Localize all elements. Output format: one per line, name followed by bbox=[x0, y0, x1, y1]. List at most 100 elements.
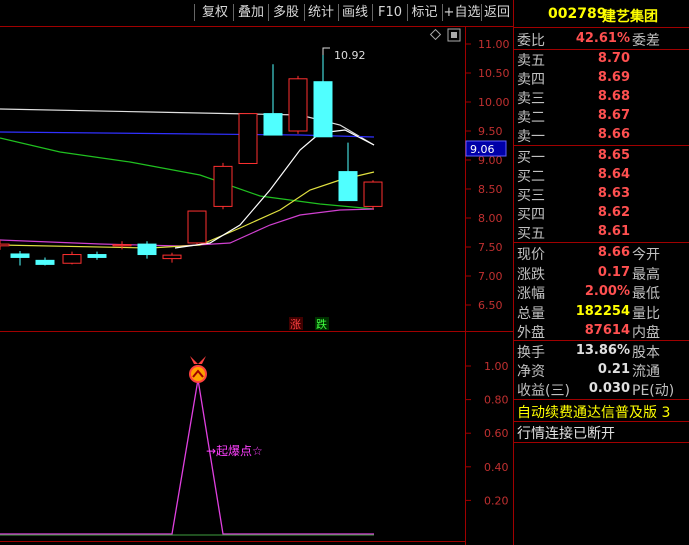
peak-pointer bbox=[322, 47, 330, 55]
buy-level-label: 买二 bbox=[517, 169, 545, 185]
candle-body bbox=[363, 181, 383, 207]
sell-level-price: 8.69 bbox=[597, 70, 630, 85]
stock-code: 002789 bbox=[548, 6, 607, 22]
ad-banner[interactable]: 自动续费通达信普及版 3 bbox=[517, 402, 670, 422]
buy-level-price: 8.62 bbox=[597, 205, 630, 220]
y-tick-label: 8.50 bbox=[478, 183, 503, 196]
y-tick-label: 8.00 bbox=[478, 212, 503, 225]
sell-level-label: 卖一 bbox=[517, 129, 545, 145]
stat-label-right: 今开 bbox=[632, 247, 660, 263]
sell-level-price: 8.70 bbox=[597, 51, 630, 66]
sub-y-tick-label: 0.20 bbox=[484, 494, 509, 507]
finance-value: 0.21 bbox=[597, 362, 630, 377]
stat-value: 0.17 bbox=[597, 264, 630, 280]
rise-label: 涨 bbox=[290, 318, 301, 331]
buy-level-price: 8.61 bbox=[597, 224, 630, 239]
sub-y-tick-label: 1.00 bbox=[484, 360, 509, 373]
candle-body bbox=[213, 165, 233, 207]
price-chart-area[interactable]: 11.0010.5010.009.509.008.508.007.507.006… bbox=[0, 0, 514, 545]
y-tick-label: 6.50 bbox=[478, 299, 503, 312]
chart-toolbar: 复权 叠加 多股 统计 画线 F10 标记 +自选 返回 bbox=[0, 0, 514, 26]
candle-body bbox=[162, 254, 182, 260]
candle-body bbox=[35, 259, 55, 265]
buy-level-price: 8.64 bbox=[597, 167, 630, 182]
current-price-label: 9.06 bbox=[470, 143, 495, 156]
signal-trigger-icon bbox=[189, 356, 207, 383]
stat-value: 87614 bbox=[584, 323, 630, 338]
weicha-label: 委差 bbox=[632, 33, 660, 49]
stat-label: 现价 bbox=[517, 247, 545, 263]
multi-stock-button[interactable]: 多股 bbox=[269, 3, 303, 22]
sub-y-tick-label: 0.80 bbox=[484, 394, 509, 407]
candle-body bbox=[62, 254, 82, 264]
buy-level-price: 8.65 bbox=[597, 148, 630, 163]
chart-settings-icon[interactable] bbox=[429, 28, 442, 41]
weibi-value: 42.61% bbox=[575, 31, 630, 46]
buy-level-label: 买三 bbox=[517, 188, 545, 204]
buy-level-label: 买一 bbox=[517, 150, 545, 166]
stat-value: 2.00% bbox=[584, 284, 630, 299]
buy-level-price: 8.63 bbox=[597, 186, 630, 201]
peak-price-label: 10.92 bbox=[334, 49, 366, 62]
stat-label: 涨跌 bbox=[517, 266, 545, 283]
fall-label: 跌 bbox=[316, 317, 327, 331]
finance-label: 换手 bbox=[517, 345, 545, 361]
finance-label: 收益(三) bbox=[517, 383, 570, 399]
candle-body bbox=[238, 113, 258, 164]
y-tick-label: 10.50 bbox=[478, 67, 510, 80]
finance-value: 13.86% bbox=[575, 343, 630, 358]
stat-label: 总量 bbox=[517, 305, 545, 322]
stat-label: 外盘 bbox=[517, 325, 545, 341]
sell-level-price: 8.68 bbox=[597, 89, 630, 104]
statistics-button[interactable]: 统计 bbox=[305, 3, 337, 22]
signal-line bbox=[0, 379, 374, 535]
mark-button[interactable]: 标记 bbox=[408, 3, 441, 22]
f10-button[interactable]: F10 bbox=[374, 3, 406, 22]
candle-body bbox=[288, 78, 308, 132]
finance-label: 净资 bbox=[517, 364, 545, 380]
candle-body bbox=[10, 253, 30, 258]
sell-level-price: 8.67 bbox=[597, 108, 630, 123]
y-tick-label: 11.00 bbox=[478, 38, 510, 51]
ma-green-line bbox=[0, 137, 375, 210]
stat-value: 182254 bbox=[575, 303, 630, 319]
y-tick-label: 9.50 bbox=[478, 125, 503, 138]
ma-magenta-line bbox=[0, 208, 375, 247]
signal-annotation: →起爆点☆ bbox=[206, 444, 263, 458]
stock-name: 建艺集团 bbox=[602, 9, 658, 25]
ma-yellow-line bbox=[0, 171, 375, 249]
sell-level-label: 卖四 bbox=[517, 72, 545, 88]
buy-level-label: 买五 bbox=[517, 226, 545, 242]
sub-y-tick-label: 0.40 bbox=[484, 461, 509, 474]
stat-label-right: 量比 bbox=[632, 305, 660, 322]
back-button[interactable]: 返回 bbox=[482, 3, 512, 22]
sub-y-tick-label: 0.60 bbox=[484, 427, 509, 440]
restore-rights-button[interactable]: 复权 bbox=[198, 3, 232, 22]
candle-body bbox=[187, 210, 207, 244]
weibi-label: 委比 bbox=[517, 33, 545, 49]
stock-header: 002789 建艺集团 bbox=[514, 0, 689, 27]
candle-body bbox=[313, 81, 333, 138]
stat-label-right: 内盘 bbox=[632, 325, 660, 341]
buy-level-label: 买四 bbox=[517, 207, 545, 223]
stat-label-right: 最低 bbox=[632, 286, 660, 302]
quote-panel: 002789 建艺集团 委比 42.61% 委差 卖五 8.70 卖四 8.69 卖三 8… bbox=[514, 0, 689, 545]
candle-body bbox=[112, 244, 132, 247]
expand-icon[interactable] bbox=[447, 28, 461, 42]
candle-body bbox=[338, 171, 358, 202]
overlay-button[interactable]: 叠加 bbox=[234, 3, 268, 22]
finance-label-right: 股本 bbox=[632, 345, 660, 361]
y-tick-label: 7.00 bbox=[478, 270, 503, 283]
candle-body bbox=[87, 254, 107, 258]
candle-body bbox=[137, 243, 157, 256]
sell-level-label: 卖二 bbox=[517, 110, 545, 126]
draw-line-button[interactable]: 画线 bbox=[339, 3, 371, 22]
stat-label: 涨幅 bbox=[517, 286, 545, 302]
sell-level-label: 卖三 bbox=[517, 91, 545, 107]
sell-level-price: 8.66 bbox=[597, 127, 630, 142]
add-favorite-button[interactable]: +自选 bbox=[443, 3, 481, 22]
finance-value: 0.030 bbox=[588, 381, 630, 396]
sell-level-label: 卖五 bbox=[517, 53, 545, 69]
finance-label-right: PE(动) bbox=[632, 383, 675, 399]
connection-status: 行情连接已断开 bbox=[517, 426, 615, 442]
